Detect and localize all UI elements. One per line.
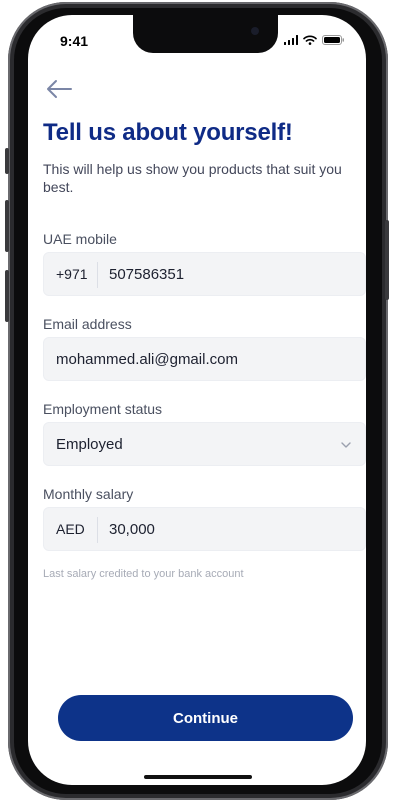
salary-field[interactable]: AED 30,000 [43, 507, 366, 551]
employment-label: Employment status [43, 401, 163, 417]
side-button-volume-up [5, 200, 9, 252]
email-label: Email address [43, 316, 132, 332]
salary-hint: Last salary credited to your bank accoun… [43, 568, 244, 580]
salary-label: Monthly salary [43, 486, 134, 502]
notch [133, 15, 278, 53]
page-title: Tell us about yourself! [43, 119, 293, 146]
salary-input[interactable]: 30,000 [109, 521, 155, 538]
email-field[interactable]: mohammed.ali@gmail.com [43, 337, 366, 381]
employment-select[interactable]: Employed [43, 422, 366, 466]
employment-value: Employed [56, 436, 123, 453]
cellular-signal-icon [283, 35, 298, 45]
status-icons [283, 35, 344, 45]
chevron-down-icon [341, 442, 351, 448]
wifi-icon [303, 35, 317, 45]
mobile-input[interactable]: 507586351 [109, 266, 184, 283]
battery-icon [322, 35, 344, 45]
side-button-power [385, 220, 389, 300]
page-subtitle: This will help us show you products that… [43, 161, 342, 195]
side-button-mute [5, 148, 9, 174]
field-divider [97, 262, 98, 288]
home-indicator[interactable] [144, 775, 252, 779]
camera-icon [251, 27, 259, 35]
country-code[interactable]: +971 [56, 266, 88, 282]
email-input[interactable]: mohammed.ali@gmail.com [56, 351, 238, 368]
back-arrow-icon[interactable] [43, 73, 75, 105]
status-time: 9:41 [60, 33, 89, 49]
mobile-field[interactable]: +971 507586351 [43, 252, 366, 296]
currency-code: AED [56, 521, 85, 537]
mobile-label: UAE mobile [43, 231, 117, 247]
field-divider [97, 517, 98, 543]
continue-button[interactable]: Continue [58, 695, 353, 741]
app-screen: 9:41 Tell us about yourself! This will h… [28, 15, 366, 785]
side-button-volume-down [5, 270, 9, 322]
